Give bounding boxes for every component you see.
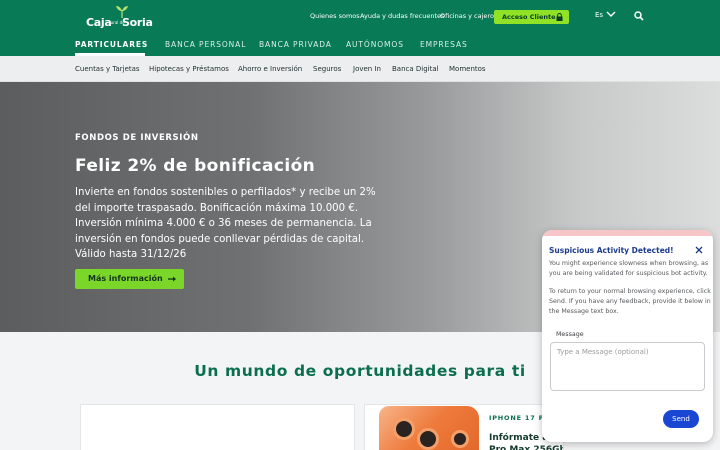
nav-particulares[interactable]: PARTICULARES: [75, 40, 148, 49]
popup-title: Suspicious Activity Detected!: [549, 246, 674, 255]
logo[interactable]: Caja rural de Soria: [86, 6, 156, 30]
logo-word-soria: Soria: [122, 16, 153, 29]
hero-kicker: FONDOS DE INVERSIÓN: [75, 133, 199, 143]
iphone-image: [379, 406, 479, 450]
subnav-ahorro[interactable]: Ahorro e Inversión: [238, 65, 302, 73]
send-button[interactable]: Send: [663, 410, 699, 428]
hero-title: Feliz 2% de bonificación: [75, 156, 316, 176]
suspicious-activity-popup: Suspicious Activity Detected! You might …: [542, 230, 713, 442]
nav-banca-personal[interactable]: BANCA PERSONAL: [165, 40, 246, 49]
more-info-button[interactable]: Más información: [75, 269, 184, 289]
nav-autonomos[interactable]: AUTÓNOMOS: [346, 40, 404, 49]
camera-lens: [393, 418, 415, 440]
site-header: Caja rural de Soria Quienes somos Ayuda …: [0, 0, 720, 56]
message-input[interactable]: [550, 342, 705, 391]
subnav-banca-digital[interactable]: Banca Digital: [392, 65, 439, 73]
search-icon[interactable]: [634, 11, 644, 21]
message-label: Message: [556, 331, 584, 338]
more-info-label: Más información: [88, 274, 163, 283]
popup-top-band: [542, 230, 713, 236]
arrow-right-icon: [168, 276, 176, 282]
camera-lens: [451, 430, 469, 448]
subnav-momentos[interactable]: Momentos: [449, 65, 486, 73]
language-selector[interactable]: Es: [595, 11, 603, 19]
promo-card[interactable]: [80, 404, 355, 450]
close-icon[interactable]: [695, 246, 703, 254]
sub-navigation: Cuentas y Tarjetas Hipotecas y Préstamos…: [0, 56, 720, 82]
subnav-seguros[interactable]: Seguros: [313, 65, 341, 73]
toplink-quienes-somos[interactable]: Quienes somos: [310, 12, 360, 20]
subnav-joven-in[interactable]: Joven In: [353, 65, 381, 73]
promo-card-iphone[interactable]: IPHONE 17 PRO Infórmate ac tu iPhone 17 …: [364, 404, 564, 450]
hero-body: Invierte en fondos sostenibles o perfila…: [75, 187, 376, 261]
nav-empresas[interactable]: EMPRESAS: [420, 40, 468, 49]
nav-banca-privada[interactable]: BANCA PRIVADA: [259, 40, 332, 49]
toplink-oficinas[interactable]: Oficinas y cajeros: [440, 12, 497, 20]
subnav-cuentas[interactable]: Cuentas y Tarjetas: [75, 65, 140, 73]
lock-icon: [556, 13, 563, 21]
chevron-down-icon[interactable]: [606, 10, 616, 18]
subnav-hipotecas[interactable]: Hipotecas y Préstamos: [149, 65, 229, 73]
camera-lens: [417, 428, 439, 450]
toplink-ayuda[interactable]: Ayuda y dudas frecuentes: [360, 12, 444, 20]
popup-paragraph-2: To return to your normal browsing experi…: [549, 288, 711, 315]
access-client-button[interactable]: Acceso Cliente: [494, 10, 569, 24]
popup-paragraph-1: You might experience slowness when brows…: [549, 260, 709, 277]
access-client-label: Acceso Cliente: [502, 13, 556, 21]
logo-word-caja: Caja: [86, 16, 112, 29]
